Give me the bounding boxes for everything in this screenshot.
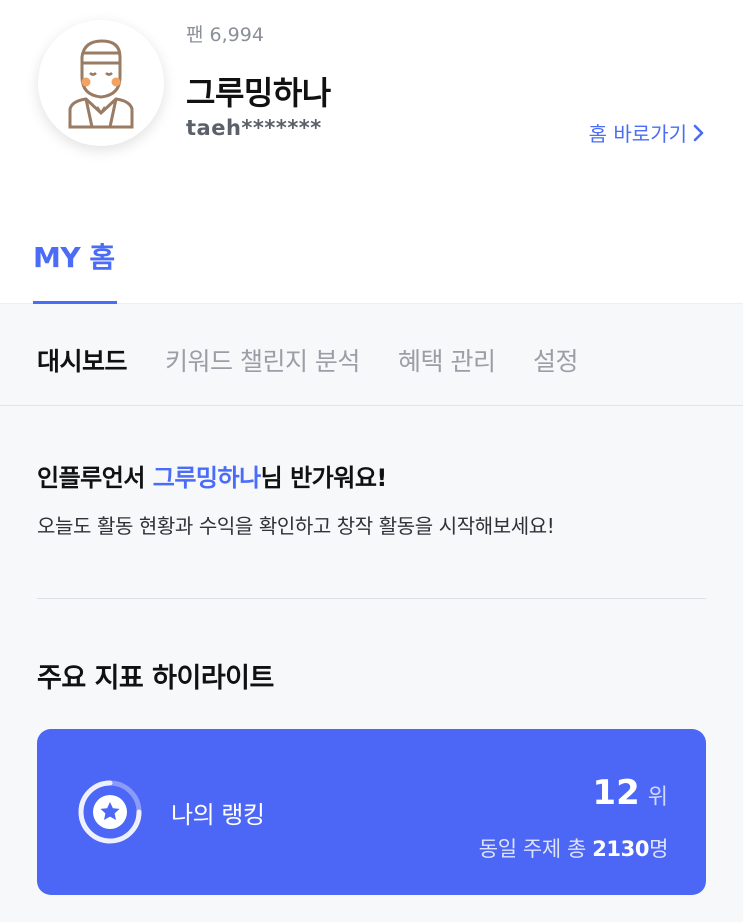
welcome-title: 인플루언서 그루밍하나님 반가워요! bbox=[37, 458, 387, 493]
star-ranking-icon bbox=[78, 780, 142, 844]
ranking-unit: 위 bbox=[647, 785, 668, 810]
subnav-dashboard[interactable]: 대시보드 bbox=[37, 342, 128, 378]
subnav-settings[interactable]: 설정 bbox=[533, 342, 579, 378]
main-tab-bar: MY 홈 bbox=[0, 196, 743, 304]
subnav-keyword-challenge[interactable]: 키워드 챌린지 분석 bbox=[165, 342, 360, 378]
ranking-number: 12 bbox=[592, 773, 640, 813]
subnav-benefits[interactable]: 혜택 관리 bbox=[398, 342, 496, 378]
welcome-name: 그루밍하나 bbox=[152, 464, 261, 492]
home-shortcut-link[interactable]: 홈 바로가기 bbox=[589, 118, 705, 147]
welcome-suffix: 님 반가워요! bbox=[260, 464, 388, 492]
profile-header: 팬 6,994 그루밍하나 taeh******* 홈 바로가기 bbox=[0, 0, 743, 196]
ranking-total: 동일 주제 총 2130명 bbox=[478, 833, 669, 863]
fan-count: 팬 6,994 bbox=[186, 20, 264, 47]
sub-navigation: 대시보드 키워드 챌린지 분석 혜택 관리 설정 bbox=[0, 304, 743, 406]
chevron-right-icon bbox=[693, 124, 704, 141]
welcome-subtitle: 오늘도 활동 현황과 수익을 확인하고 창작 활동을 시작해보세요! bbox=[37, 514, 555, 538]
fan-number: 6,994 bbox=[209, 24, 264, 46]
ranking-value: 12 위 bbox=[592, 773, 668, 813]
ranking-total-count: 2130 bbox=[592, 837, 650, 861]
highlights-title: 주요 지표 하이라이트 bbox=[37, 663, 274, 694]
fan-label: 팬 bbox=[186, 24, 204, 46]
avatar[interactable] bbox=[38, 20, 164, 146]
welcome-prefix: 인플루언서 bbox=[37, 464, 153, 492]
home-shortcut-label: 홈 바로가기 bbox=[588, 122, 687, 146]
tab-my-home[interactable]: MY 홈 bbox=[33, 236, 117, 304]
nickname: 그루밍하나 bbox=[186, 74, 331, 112]
ranking-card[interactable]: 나의 랭킹 12 위 동일 주제 총 2130명 bbox=[37, 729, 706, 895]
ranking-label: 나의 랭킹 bbox=[171, 801, 265, 829]
ranking-total-suffix: 명 bbox=[649, 837, 668, 861]
divider bbox=[37, 598, 706, 599]
user-id: taeh******* bbox=[186, 116, 322, 140]
person-avatar-icon bbox=[68, 39, 134, 129]
ranking-total-prefix: 동일 주제 총 bbox=[478, 837, 593, 861]
